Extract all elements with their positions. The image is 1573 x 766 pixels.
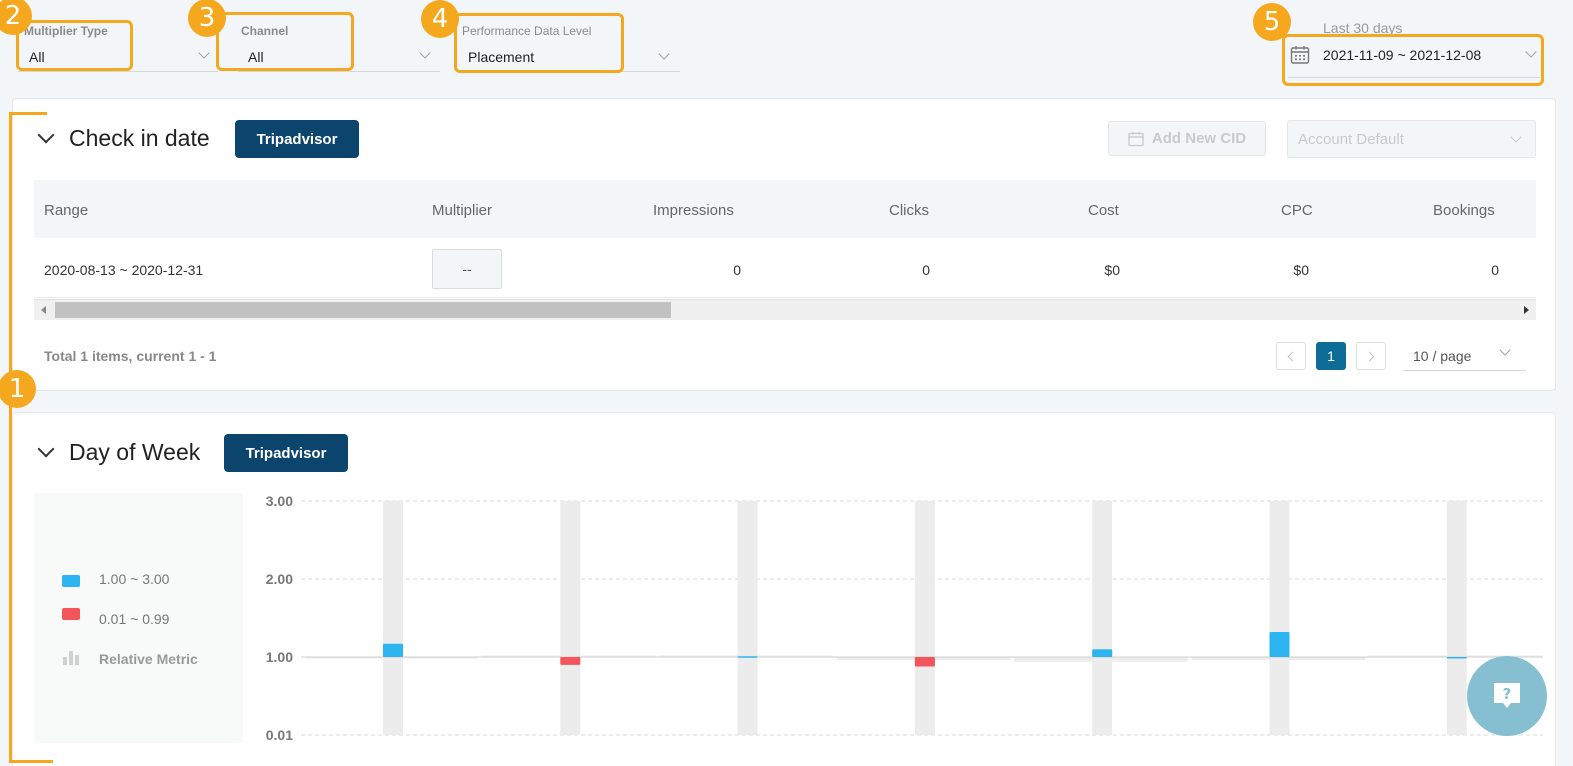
multiplier-bar [560,657,581,665]
checkin-title: Check in date [69,125,210,151]
scroll-left-icon[interactable] [41,306,46,314]
y-tick-label: 3.00 [266,493,293,509]
collapse-chevron-icon[interactable] [37,126,55,144]
add-new-cid-label: Add New CID [1151,130,1247,147]
legend-swatch-low [62,608,80,620]
multiplier-input[interactable]: -- [432,249,502,289]
row-divider [34,297,1536,298]
y-tick-label: 2.00 [266,571,293,587]
callout-multiplier-type [16,20,133,71]
chevron-right-icon [1364,351,1375,362]
callout-channel [216,12,354,71]
day-column [560,501,581,735]
current-page[interactable]: 1 [1316,342,1346,370]
day-column [1092,501,1113,735]
prev-page-button[interactable] [1276,342,1306,370]
underline [238,71,440,72]
callout-bracket-bottom [9,760,53,763]
y-tick-label: 1.00 [266,649,293,665]
day-column [737,501,758,735]
chart-legend: 1.00 ~ 3.00 0.01 ~ 0.99 Relative Metric [34,493,243,743]
day-column [1446,501,1467,735]
underline [1403,370,1526,371]
help-button[interactable]: ? [1467,656,1547,736]
account-select[interactable]: Account Default [1287,120,1536,158]
checkin-card: Check in date Tripadvisor Add New CID Ac… [12,98,1556,391]
col-impressions: Impressions [653,202,734,219]
cell-clicks: 0 [922,262,930,278]
multiplier-bar [1092,649,1113,657]
legend-label-relative: Relative Metric [99,651,198,667]
cell-bookings: 0 [1491,262,1499,278]
day-of-week-title: Day of Week [69,439,201,465]
day-of-week-chart: 3.00 2.00 1.00 0.01 [266,493,1543,743]
multiplier-bar [737,656,758,658]
col-bookings: Bookings [1433,202,1495,219]
legend-label-high: 1.00 ~ 3.00 [99,571,170,587]
channel-tag: Tripadvisor [235,120,359,158]
scrollbar-thumb[interactable] [55,302,671,318]
svg-text:?: ? [1503,685,1512,703]
multiplier-bar [914,657,935,667]
day-column [914,501,935,735]
page-size-value: 10 / page [1413,348,1472,364]
total-items: Total 1 items, current 1 - 1 [44,348,217,364]
callout-performance-level [454,13,624,73]
bar-chart-icon [63,651,79,665]
y-tick-label: 0.01 [266,727,293,743]
col-cost: Cost [1088,202,1119,219]
collapse-chevron-icon[interactable] [37,440,55,458]
col-range: Range [44,202,89,219]
col-multiplier: Multiplier [432,202,493,219]
day-of-week-card: Day of Week Tripadvisor 1.00 ~ 3.00 0.01… [12,412,1556,766]
callout-date-range [1282,34,1544,86]
horizontal-scrollbar[interactable] [34,299,1536,320]
legend-swatch-high [62,575,80,587]
callout-badge-5: 5 [1253,3,1291,41]
help-icon: ? [1494,683,1520,708]
chevron-down-icon [1510,131,1522,143]
next-page-button[interactable] [1356,342,1386,370]
account-select-value: Account Default [1298,130,1404,148]
col-cpc: CPC [1281,202,1313,219]
cell-impressions: 0 [733,262,741,278]
day-column [1269,501,1290,735]
legend-label-low: 0.01 ~ 0.99 [99,611,170,627]
chevron-down-icon [198,47,210,59]
add-new-cid-button[interactable]: Add New CID [1108,121,1266,156]
channel-tag: Tripadvisor [224,434,348,472]
cell-range: 2020-08-13 ~ 2020-12-31 [44,262,204,278]
chevron-down-icon [419,47,431,59]
cell-cost: $0 [1104,262,1120,278]
col-clicks: Clicks [889,202,929,219]
chevron-down-icon [658,48,670,60]
underline [18,71,218,72]
callout-bracket-top [9,112,47,115]
callout-badge-1: 1 [0,370,36,408]
day-column [383,501,403,735]
chevron-left-icon [1287,351,1298,362]
callout-bracket-line [9,112,12,762]
multiplier-bar [383,643,403,657]
callout-badge-3: 3 [188,0,226,37]
chevron-down-icon [1499,344,1511,356]
callout-badge-4: 4 [421,0,459,38]
calendar-icon [1128,131,1144,146]
multiplier-bar [1269,632,1290,657]
cell-cpc: $0 [1293,262,1309,278]
scroll-right-icon[interactable] [1524,306,1529,314]
multiplier-bar [1446,657,1467,659]
